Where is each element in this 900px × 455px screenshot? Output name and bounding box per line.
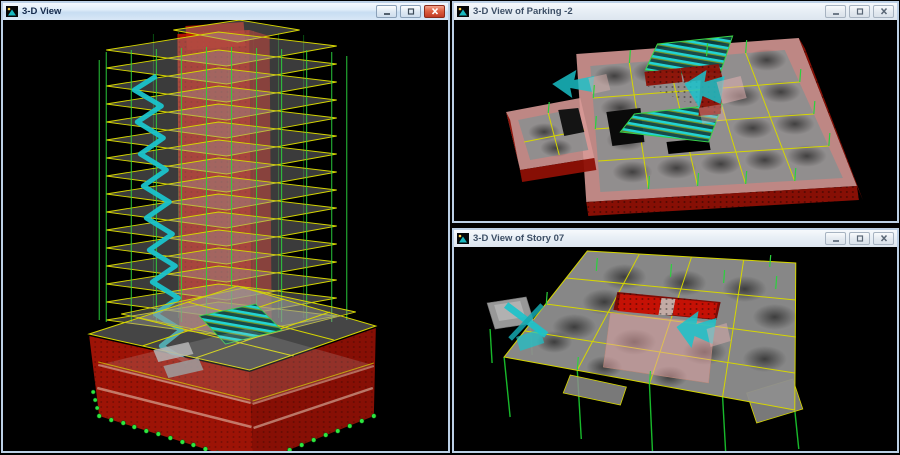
offset-slab: [563, 375, 626, 405]
restore-icon: [406, 7, 416, 16]
viewport-3d-parking[interactable]: [454, 20, 897, 221]
restore-button[interactable]: [400, 5, 421, 18]
window-title: 3-D View: [22, 4, 372, 20]
window-3d-view-icon: [6, 6, 18, 17]
close-button[interactable]: [424, 5, 445, 18]
window-story07-view: 3-D View of Story 07: [452, 228, 899, 453]
minimize-button[interactable]: [376, 5, 397, 18]
window-parking-view: 3-D View of Parking -2: [452, 1, 899, 223]
viewport-3d-story[interactable]: [454, 247, 897, 451]
window-3d-view-icon: [457, 6, 469, 17]
tower-floor-plates: [106, 32, 337, 336]
window-3d-view: 3-D View: [1, 1, 450, 453]
titlebar[interactable]: 3-D View of Story 07: [454, 230, 897, 248]
close-button[interactable]: [873, 5, 894, 18]
viewport-3d-model[interactable]: [3, 20, 448, 451]
close-icon: [879, 7, 889, 16]
window-title: 3-D View of Parking -2: [473, 4, 821, 20]
minimize-button[interactable]: [825, 5, 846, 18]
minimize-icon: [831, 234, 841, 243]
restore-icon: [855, 234, 865, 243]
minimize-button[interactable]: [825, 232, 846, 245]
window-title: 3-D View of Story 07: [473, 231, 821, 247]
close-icon: [430, 7, 440, 16]
titlebar[interactable]: 3-D View of Parking -2: [454, 3, 897, 21]
minimize-icon: [831, 7, 841, 16]
restore-button[interactable]: [849, 232, 870, 245]
close-button[interactable]: [873, 232, 894, 245]
parking-floor-scene: [454, 20, 897, 221]
story07-floor-scene: [454, 247, 897, 451]
restore-icon: [855, 7, 865, 16]
close-icon: [879, 234, 889, 243]
restore-button[interactable]: [849, 5, 870, 18]
titlebar[interactable]: 3-D View: [3, 3, 448, 21]
window-3d-view-icon: [457, 233, 469, 244]
minimize-icon: [382, 7, 392, 16]
tower-model-scene: [3, 20, 448, 451]
